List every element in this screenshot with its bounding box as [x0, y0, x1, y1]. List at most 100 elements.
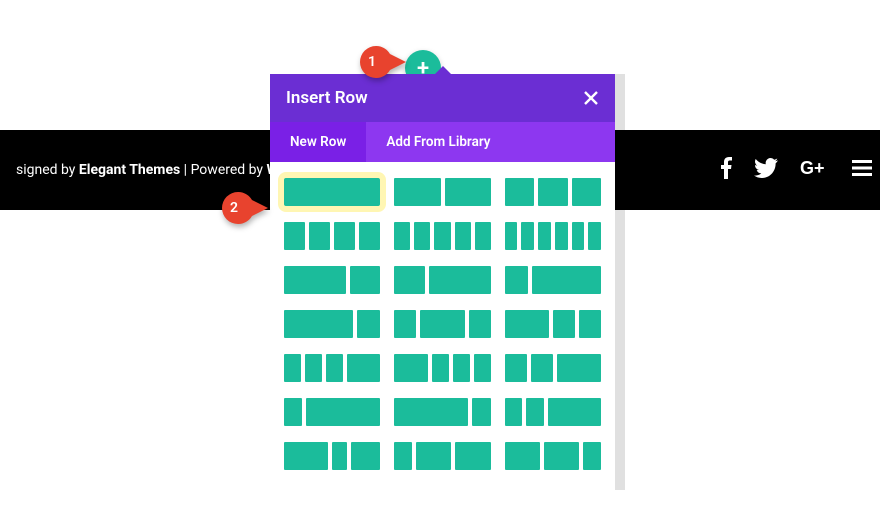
layout-column [474, 354, 491, 382]
footer-brand: Elegant Themes [79, 162, 180, 178]
layout-column [284, 354, 301, 382]
layout-column [469, 310, 491, 338]
close-icon [584, 91, 598, 105]
layout-column [394, 178, 440, 206]
layout-column [350, 266, 381, 294]
layout-column [394, 354, 428, 382]
annotation-2-label: 2 [230, 200, 238, 216]
layout-column [416, 442, 451, 470]
layout-column [538, 222, 551, 250]
menu-icon[interactable] [852, 160, 872, 180]
layout-column [555, 222, 568, 250]
layout-column [505, 266, 528, 294]
google-plus-icon[interactable]: G+ [800, 158, 830, 182]
layout-column [557, 354, 601, 382]
tab-add-from-library[interactable]: Add From Library [366, 122, 510, 162]
layout-column [572, 178, 601, 206]
layout-option-5[interactable] [394, 222, 490, 250]
layout-column [505, 222, 518, 250]
layout-option-20[interactable] [394, 442, 490, 470]
layout-column [579, 310, 601, 338]
layout-column [505, 310, 549, 338]
layout-column [284, 178, 380, 206]
layout-column [326, 354, 343, 382]
modal-header: Insert Row [270, 74, 615, 122]
layout-column [347, 354, 381, 382]
layout-column [505, 178, 534, 206]
layout-column [455, 222, 471, 250]
footer-prefix: signed by [16, 162, 79, 178]
layout-column [420, 310, 464, 338]
annotation-1-label: 1 [368, 54, 376, 70]
layout-option-21[interactable] [505, 442, 601, 470]
layout-option-7[interactable] [284, 266, 380, 294]
layout-option-14[interactable] [394, 354, 490, 382]
layout-column [284, 222, 305, 250]
layout-column [332, 442, 347, 470]
layout-column [505, 398, 523, 426]
layout-column [472, 398, 490, 426]
layout-option-10[interactable] [284, 310, 380, 338]
layout-column [357, 310, 380, 338]
layout-column [359, 222, 380, 250]
layout-column [432, 354, 449, 382]
layout-column [351, 442, 380, 470]
layout-option-12[interactable] [505, 310, 601, 338]
layout-column [583, 442, 601, 470]
layout-option-1[interactable] [284, 178, 380, 206]
annotation-1: 1 [360, 46, 406, 78]
layout-column [284, 398, 302, 426]
layout-column [445, 178, 491, 206]
layout-column [453, 354, 470, 382]
modal-tabs: New RowAdd From Library [270, 122, 615, 162]
layout-column [334, 222, 355, 250]
layout-column [394, 310, 416, 338]
layout-column [526, 398, 544, 426]
tab-new-row[interactable]: New Row [270, 122, 366, 162]
layout-option-13[interactable] [284, 354, 380, 382]
svg-text:G+: G+ [800, 158, 825, 178]
footer-credit: signed by Elegant Themes | Powered by Wo [16, 162, 286, 178]
layout-grid [270, 162, 615, 490]
layout-option-19[interactable] [284, 442, 380, 470]
layout-option-11[interactable] [394, 310, 490, 338]
facebook-icon[interactable] [720, 157, 732, 183]
layout-column [548, 398, 601, 426]
layout-column [434, 222, 450, 250]
layout-column [553, 310, 575, 338]
layout-option-4[interactable] [284, 222, 380, 250]
layout-column [394, 398, 468, 426]
layout-column [572, 222, 585, 250]
layout-option-6[interactable] [505, 222, 601, 250]
layout-column [305, 354, 322, 382]
layout-column [394, 222, 410, 250]
modal-title: Insert Row [286, 88, 368, 108]
twitter-icon[interactable] [754, 158, 778, 182]
layout-option-3[interactable] [505, 178, 601, 206]
layout-column [521, 222, 534, 250]
layout-column [544, 442, 579, 470]
layout-column [394, 442, 412, 470]
layout-column [414, 222, 430, 250]
layout-column [429, 266, 491, 294]
layout-option-2[interactable] [394, 178, 490, 206]
layout-option-9[interactable] [505, 266, 601, 294]
layout-option-18[interactable] [505, 398, 601, 426]
layout-option-15[interactable] [505, 354, 601, 382]
layout-option-17[interactable] [394, 398, 490, 426]
footer-social: G+ [720, 130, 880, 210]
layout-column [284, 310, 353, 338]
annotation-2: 2 [222, 192, 268, 224]
footer-sep: | Powered by [180, 162, 266, 178]
insert-row-modal: Insert Row New RowAdd From Library [270, 74, 615, 490]
layout-option-16[interactable] [284, 398, 380, 426]
layout-column [588, 222, 601, 250]
layout-column [532, 266, 601, 294]
layout-option-8[interactable] [394, 266, 490, 294]
layout-column [505, 442, 540, 470]
layout-column [531, 354, 553, 382]
close-button[interactable] [577, 84, 605, 112]
layout-column [309, 222, 330, 250]
layout-column [538, 178, 567, 206]
layout-column [284, 266, 346, 294]
